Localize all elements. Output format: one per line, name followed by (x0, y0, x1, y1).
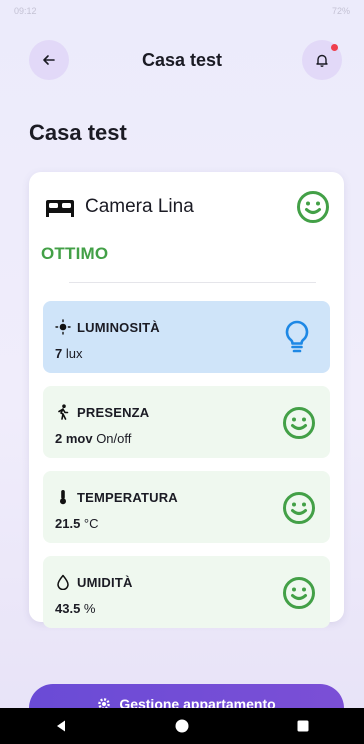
divider (69, 282, 316, 283)
sensor-unit: °C (80, 516, 99, 531)
sensor-value: 2 mov (55, 431, 93, 446)
sensor-humidity[interactable]: UMIDITÀ 43.5 % (43, 556, 330, 628)
sensor-label: UMIDITÀ (77, 574, 133, 590)
walking-person-icon (55, 404, 71, 420)
smile-face-icon (297, 191, 329, 223)
room-header: Camera Lina (45, 190, 330, 224)
water-drop-icon (55, 574, 71, 590)
sensor-temperature[interactable]: TEMPERATURA 21.5 °C (43, 471, 330, 543)
sensor-presence[interactable]: PRESENZA 2 mov On/off (43, 386, 330, 458)
room-card: Camera Lina OTTIMO LUMINOSITÀ 7 lux PRES… (29, 172, 344, 628)
sensor-value: 43.5 (55, 601, 81, 616)
sensor-luminosity[interactable]: LUMINOSITÀ 7 lux (43, 301, 330, 373)
sensor-label: PRESENZA (77, 404, 150, 420)
bed-icon (46, 200, 74, 217)
bell-icon (316, 54, 328, 67)
triangle-back-icon (56, 720, 65, 732)
room-name: Camera Lina (85, 196, 194, 217)
square-recents-icon (297, 720, 309, 732)
smile-face-icon (283, 577, 315, 609)
status-time: 09:12 (14, 6, 37, 16)
sensor-unit: On/off (92, 431, 132, 446)
thermometer-icon (55, 489, 71, 505)
notifications-button[interactable] (302, 40, 342, 80)
nav-home-button[interactable] (162, 711, 202, 741)
room-status: OTTIMO (41, 244, 109, 263)
sensor-unit: % (80, 601, 96, 616)
smile-face-icon (283, 407, 315, 439)
sensor-value: 21.5 (55, 516, 81, 531)
notification-dot (331, 44, 338, 51)
nav-recents-button[interactable] (283, 711, 323, 741)
sensor-unit: lux (62, 346, 83, 361)
circle-home-icon (175, 719, 189, 733)
nav-back-button[interactable] (41, 711, 81, 741)
brightness-icon (55, 319, 71, 335)
sensor-label: LUMINOSITÀ (77, 319, 160, 335)
system-nav-bar (0, 708, 364, 744)
sensor-label: TEMPERATURA (77, 489, 178, 505)
status-battery: 72% (331, 6, 350, 16)
lightbulb-icon (285, 320, 309, 353)
page-title: Casa test (29, 120, 127, 145)
status-bar: 09:12 72% (0, 0, 364, 22)
smile-face-icon (283, 492, 315, 524)
app-bar: Casa test (0, 40, 364, 80)
